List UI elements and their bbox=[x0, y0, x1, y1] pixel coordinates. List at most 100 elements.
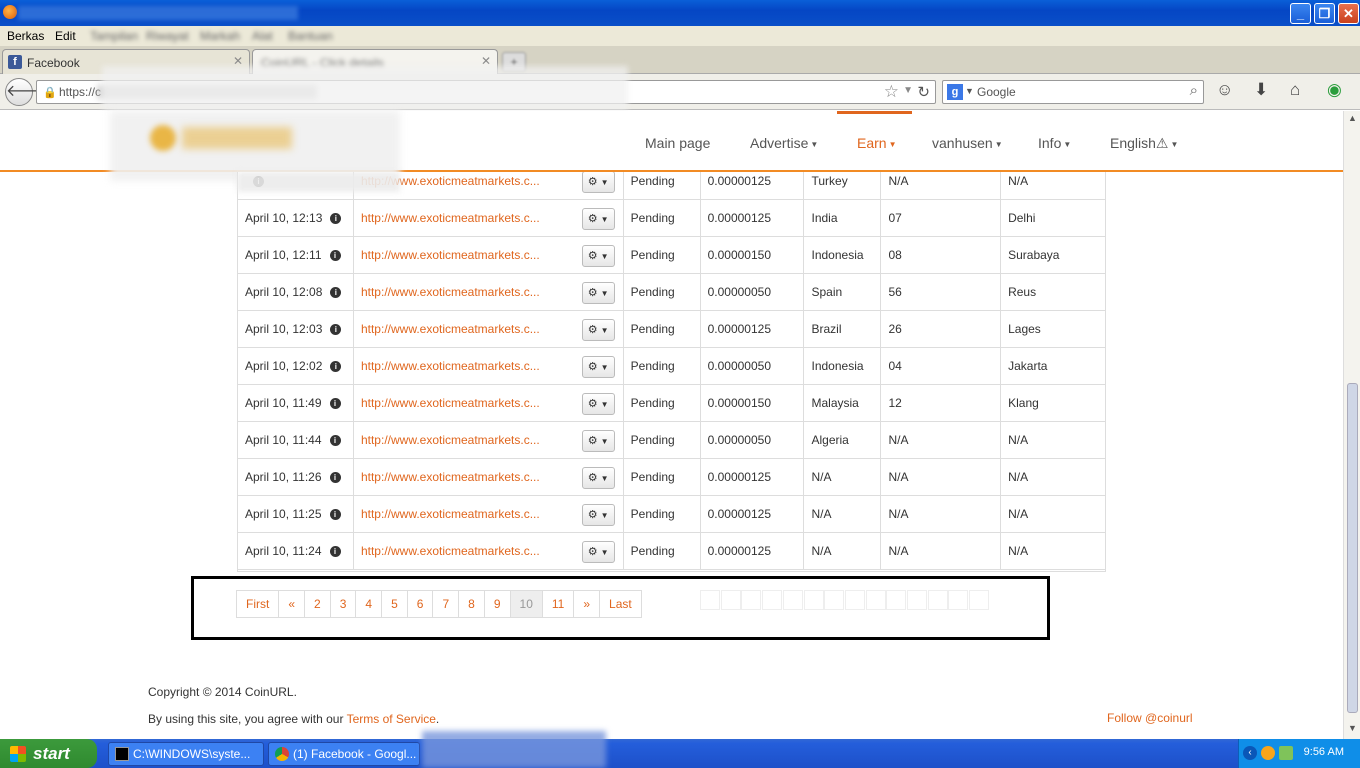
target-url-link[interactable]: http://www.exoticmeatmarkets.c... bbox=[361, 359, 540, 373]
tray-app-icon[interactable] bbox=[1261, 746, 1275, 760]
info-icon[interactable]: i bbox=[329, 546, 341, 557]
menu-edit[interactable]: Edit bbox=[55, 29, 76, 43]
sync-icon[interactable]: ◉ bbox=[1327, 80, 1342, 100]
row-settings-button[interactable]: ⚙ ▼ bbox=[581, 282, 615, 304]
home-icon[interactable]: ⌂ bbox=[1290, 80, 1300, 100]
row-settings-button[interactable]: ⚙ ▼ bbox=[581, 245, 615, 267]
pagination-item[interactable]: 9 bbox=[483, 590, 511, 618]
pagination-item[interactable]: 3 bbox=[329, 590, 357, 618]
nav-main-page[interactable]: Main page bbox=[645, 135, 710, 151]
target-url-link[interactable]: http://www.exoticmeatmarkets.c... bbox=[361, 248, 540, 262]
active-nav-indicator bbox=[837, 111, 912, 114]
row-settings-button[interactable]: ⚙ ▼ bbox=[581, 504, 615, 526]
info-icon[interactable]: i bbox=[329, 509, 341, 520]
addon-icon[interactable]: ☺ bbox=[1216, 80, 1233, 100]
search-icon[interactable]: ⌕ bbox=[1190, 82, 1198, 99]
task-cmd[interactable]: C:\WINDOWS\syste... bbox=[108, 742, 264, 766]
search-box[interactable]: g ▼ Google ⌕ bbox=[942, 80, 1204, 104]
logo-text[interactable] bbox=[182, 127, 292, 149]
pagination-item[interactable]: 2 bbox=[304, 590, 331, 618]
target-url-link[interactable]: http://www.exoticmeatmarkets.c... bbox=[361, 544, 540, 558]
info-icon[interactable]: i bbox=[330, 361, 342, 372]
tab-label: Facebook bbox=[27, 56, 80, 70]
logo-icon[interactable] bbox=[150, 125, 176, 151]
info-icon[interactable]: i bbox=[329, 472, 341, 483]
google-engine-icon[interactable]: g bbox=[947, 84, 963, 100]
target-url-link[interactable]: http://www.exoticmeatmarkets.c... bbox=[361, 396, 540, 410]
row-settings-button[interactable]: ⚙ ▼ bbox=[581, 208, 615, 230]
target-url-link[interactable]: http://www.exoticmeatmarkets.c... bbox=[361, 470, 540, 484]
menu-tampilan[interactable]: Tampilan bbox=[90, 29, 138, 43]
pagination-item[interactable]: » bbox=[573, 590, 601, 618]
status-cell: Pending bbox=[622, 421, 701, 459]
row-settings-button[interactable]: ⚙ ▼ bbox=[581, 172, 615, 193]
row-settings-button[interactable]: ⚙ ▼ bbox=[581, 430, 615, 452]
history-dropdown-icon[interactable]: ▼ bbox=[903, 85, 913, 96]
tray-collapse-icon[interactable]: ‹ bbox=[1243, 746, 1257, 760]
target-url-link[interactable]: http://www.exoticmeatmarkets.c... bbox=[361, 211, 540, 225]
pagination-item[interactable]: 4 bbox=[355, 590, 383, 618]
info-icon[interactable]: i bbox=[330, 287, 342, 298]
pagination-item[interactable]: 6 bbox=[406, 590, 434, 618]
follow-coinurl-link[interactable]: Follow @coinurl bbox=[1107, 711, 1193, 725]
row-settings-button[interactable]: ⚙ ▼ bbox=[581, 467, 615, 489]
status-cell: Pending bbox=[622, 458, 701, 496]
pagination-item[interactable]: « bbox=[278, 590, 306, 618]
nav-earn[interactable]: Earn ▼ bbox=[857, 135, 897, 151]
info-icon[interactable]: i bbox=[329, 435, 341, 446]
row-settings-button[interactable]: ⚙ ▼ bbox=[581, 319, 615, 341]
pagination-item[interactable]: 7 bbox=[432, 590, 460, 618]
windows-taskbar: start C:\WINDOWS\syste... (1) Facebook -… bbox=[0, 739, 1360, 768]
engine-dropdown-icon[interactable]: ▼ bbox=[965, 86, 974, 96]
row-settings-button[interactable]: ⚙ ▼ bbox=[581, 356, 615, 378]
download-icon[interactable]: ⬇ bbox=[1254, 80, 1268, 100]
click-date-cell: April 10, 12:02 i bbox=[238, 347, 354, 385]
nav-user[interactable]: vanhusen ▼ bbox=[932, 135, 1003, 151]
pagination-item[interactable]: 5 bbox=[381, 590, 408, 618]
network-icon[interactable] bbox=[1279, 746, 1293, 760]
menu-alat[interactable]: Alat bbox=[252, 29, 273, 43]
click-date-cell: April 10, 12:08 i bbox=[238, 273, 354, 311]
minimize-button[interactable]: _ bbox=[1290, 3, 1311, 24]
table-row: April 10, 12:11 i http://www.exoticmeatmar… bbox=[238, 236, 1105, 274]
scroll-down-icon[interactable]: ▼ bbox=[1346, 723, 1359, 737]
warning-icon: ⚠ bbox=[1155, 135, 1169, 151]
task-chrome-facebook[interactable]: (1) Facebook - Googl... bbox=[268, 742, 420, 766]
row-settings-button[interactable]: ⚙ ▼ bbox=[581, 393, 615, 415]
info-icon[interactable]: i bbox=[330, 213, 342, 224]
back-button[interactable]: 🡐 bbox=[5, 78, 49, 106]
info-icon[interactable]: i bbox=[329, 398, 341, 409]
pagination-item[interactable]: 11 bbox=[541, 590, 575, 618]
status-cell: Pending bbox=[622, 532, 701, 570]
scroll-up-icon[interactable]: ▲ bbox=[1346, 113, 1359, 127]
page-scrollbar[interactable]: ▲ ▼ bbox=[1343, 111, 1360, 739]
scroll-thumb[interactable] bbox=[1347, 383, 1358, 713]
terms-of-service-link[interactable]: Terms of Service bbox=[347, 712, 436, 726]
target-url-link[interactable]: http://www.exoticmeatmarkets.c... bbox=[361, 433, 540, 447]
country-cell: India bbox=[803, 199, 882, 237]
caret-down-icon: ▼ bbox=[1063, 139, 1072, 149]
target-url-link[interactable]: http://www.exoticmeatmarkets.c... bbox=[361, 322, 540, 336]
click-date-cell: April 10, 12:13 i bbox=[238, 199, 354, 237]
restore-button[interactable]: ❐ bbox=[1314, 3, 1335, 24]
target-url-link[interactable]: http://www.exoticmeatmarkets.c... bbox=[361, 507, 540, 521]
target-url-link[interactable]: http://www.exoticmeatmarkets.c... bbox=[361, 285, 540, 299]
pagination-item[interactable]: Last bbox=[599, 590, 642, 618]
bookmark-star-icon[interactable]: ☆ bbox=[884, 82, 899, 102]
pager-ghost-box bbox=[927, 590, 948, 610]
menu-bantuan[interactable]: Bantuan bbox=[288, 29, 333, 43]
nav-advertise[interactable]: Advertise ▼ bbox=[750, 135, 818, 151]
row-settings-button[interactable]: ⚙ ▼ bbox=[581, 541, 615, 563]
menu-riwayat[interactable]: Riwayat bbox=[146, 29, 189, 43]
close-window-button[interactable]: ✕ bbox=[1338, 3, 1359, 24]
menu-berkas[interactable]: Berkas bbox=[7, 29, 44, 43]
pagination-item[interactable]: First bbox=[236, 590, 280, 618]
menu-markah[interactable]: Markah bbox=[200, 29, 240, 43]
nav-language[interactable]: English⚠ ▼ bbox=[1110, 135, 1178, 152]
pagination-item[interactable]: 8 bbox=[458, 590, 485, 618]
info-icon[interactable]: i bbox=[330, 324, 342, 335]
nav-info[interactable]: Info ▼ bbox=[1038, 135, 1071, 151]
info-icon[interactable]: i bbox=[329, 250, 341, 261]
reload-icon[interactable]: ↻ bbox=[917, 83, 930, 101]
start-button[interactable]: start bbox=[0, 739, 97, 768]
